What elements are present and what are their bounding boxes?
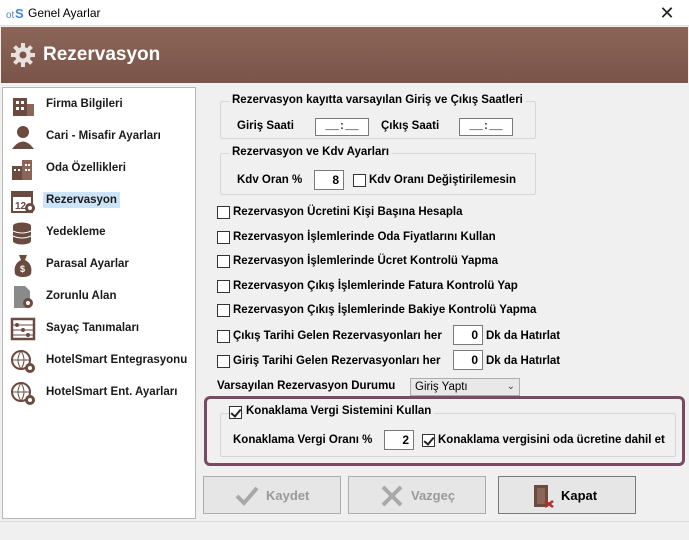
konaklama-include-checkbox[interactable] [422,434,435,447]
close-button[interactable]: Kapat [498,476,636,514]
save-button-label: Kaydet [266,488,310,503]
reminder-label: Giriş Tarihi Gelen Rezervasyonları her [233,355,441,367]
close-window-button[interactable]: ✕ [655,2,679,24]
database-icon [12,222,32,245]
sidebar-item-hotelsmart-entegrasyonu[interactable]: HotelSmart Entegrasyonu [5,346,193,376]
sidebar-item-label: Sayaç Tanımaları [46,322,140,334]
settings-sidebar: Firma Bilgileri Cari - Misafir Ayarları … [2,87,196,519]
reminder-cikis-minutes-input[interactable]: 0 [453,325,483,345]
kdv-lock-label: Kdv Oranı Değiştirilemesin [369,174,516,186]
checkin-times-group: Rezervasyon kayıtta varsayılan Giriş ve … [220,94,536,139]
page-header: Rezervasyon [1,27,688,83]
sidebar-item-cari-misafir[interactable]: Cari - Misafir Ayarları [5,122,193,152]
option-checkbox-fatura-kontrolu[interactable] [217,280,230,293]
kdv-settings-group: Rezervasyon ve Kdv Ayarları Kdv Oran % 8… [220,146,536,195]
sidebar-item-firma-bilgileri[interactable]: Firma Bilgileri [5,90,193,120]
abacus-icon [10,317,36,341]
sidebar-item-parasal-ayarlar[interactable]: $ Parasal Ayarlar [5,250,193,280]
konaklama-rate-input[interactable]: 2 [384,430,414,450]
hotel-icon [12,160,32,180]
svg-text:12: 12 [15,201,27,212]
cancel-button[interactable]: Vazgeç [348,476,486,514]
konaklama-enable-checkbox[interactable] [229,406,242,419]
option-label: Rezervasyon İşlemlerinde Ücret Kontrolü … [233,255,499,267]
option-checkbox-ucret-kontrolu[interactable] [217,255,230,268]
user-icon [12,126,34,149]
sidebar-item-yedekleme[interactable]: Yedekleme [5,218,193,248]
page-title: Rezervasyon [43,44,161,65]
option-label: Rezervasyon Çıkış İşlemlerinde Bakiye Ko… [233,304,537,316]
option-checkbox-bakiye-kontrolu[interactable] [217,304,230,317]
exit-door-icon [534,485,554,508]
default-status-select[interactable]: Giriş Yaptı ⌄ [410,378,520,396]
window-title: Genel Ayarlar [28,6,101,20]
sidebar-item-label: HotelSmart Entegrasyonu [46,354,188,366]
sidebar-item-label: Cari - Misafir Ayarları [46,130,161,142]
kdv-oran-label: Kdv Oran % [237,174,303,186]
konaklama-rate-label: Konaklama Vergi Oranı % [233,434,373,446]
x-mark-icon [381,485,403,507]
money-bag-icon: $ [14,255,32,277]
document-gear-icon [14,286,33,308]
sidebar-item-label: Firma Bilgileri [46,98,123,110]
option-label: Rezervasyon Ücretini Kişi Başına Hesapla [233,206,463,218]
sidebar-item-label: Zorunlu Alan [46,290,117,302]
konaklama-group-title: Konaklama Vergi Sistemini Kullan [243,405,435,417]
gear-icon [11,43,35,67]
title-bar: ot S Genel Ayarlar ✕ [0,0,689,26]
rezervasyon-settings-panel: Rezervasyon kayıtta varsayılan Giriş ve … [200,87,687,519]
sidebar-item-label: Rezervasyon [43,192,120,208]
default-status-value: Giriş Yaptı [415,381,468,393]
calendar-icon: 12 [11,191,35,213]
cancel-button-label: Vazgeç [411,488,456,503]
cikis-saati-input[interactable]: __:__ [459,118,513,136]
sidebar-item-label: HotelSmart Ent. Ayarları [46,386,178,398]
giris-saati-input[interactable]: __:__ [315,118,369,136]
konaklama-include-label: Konaklama vergisini oda ücretine dahil e… [438,434,665,446]
svg-text:ot: ot [6,10,15,21]
sidebar-item-label: Oda Özellikleri [46,162,126,174]
chevron-down-icon: ⌄ [506,381,515,392]
save-button[interactable]: Kaydet [203,476,341,514]
cikis-saati-label: Çıkış Saati [381,120,440,132]
konaklama-vergi-group: Konaklama Vergi Sistemini Kullan Konakla… [220,405,676,457]
reminder-giris-minutes-input[interactable]: 0 [453,350,483,370]
status-bar [0,521,689,540]
reminder-label: Çıkış Tarihi Gelen Rezervasyonları her [233,330,442,342]
reminder-checkbox-giris[interactable] [217,355,230,368]
sidebar-item-hotelsmart-ent-ayarlari[interactable]: HotelSmart Ent. Ayarları [5,378,193,408]
option-label: Rezervasyon İşlemlerinde Oda Fiyatlarını… [233,231,496,243]
kdv-oran-input[interactable]: 8 [314,170,344,190]
svg-text:S: S [15,6,24,21]
sidebar-item-zorunlu-alan[interactable]: Zorunlu Alan [5,282,193,312]
option-checkbox-oda-fiyatlari[interactable] [217,231,230,244]
giris-saati-label: Giriş Saati [237,120,294,132]
sidebar-item-rezervasyon[interactable]: 12 Rezervasyon [5,186,193,216]
reminder-suffix: Dk da Hatırlat [486,330,561,342]
checkmark-icon [235,486,259,506]
kdv-group-title: Rezervasyon ve Kdv Ayarları [229,146,393,158]
option-label: Rezervasyon Çıkış İşlemlerinde Fatura Ko… [233,280,518,292]
building-icon [13,98,34,116]
sidebar-item-sayac-tanimalari[interactable]: Sayaç Tanımaları [5,314,193,344]
sidebar-item-oda-ozellikleri[interactable]: Oda Özellikleri [5,154,193,184]
reminder-suffix: Dk da Hatırlat [486,355,561,367]
checkin-group-title: Rezervasyon kayıtta varsayılan Giriş ve … [229,94,526,106]
globe-gear-icon [11,382,35,405]
reminder-checkbox-cikis[interactable] [217,330,230,343]
sidebar-item-label: Yedekleme [46,226,106,238]
svg-text:$: $ [20,264,25,274]
close-button-label: Kapat [561,488,598,503]
globe-gear-icon [11,350,35,373]
sidebar-item-label: Parasal Ayarlar [46,258,129,270]
app-logo-icon: ot S [6,6,24,21]
default-status-label: Varsayılan Rezervasyon Durumu [217,380,396,392]
option-checkbox-kisi-basina[interactable] [217,206,230,219]
kdv-lock-checkbox[interactable] [353,174,366,187]
